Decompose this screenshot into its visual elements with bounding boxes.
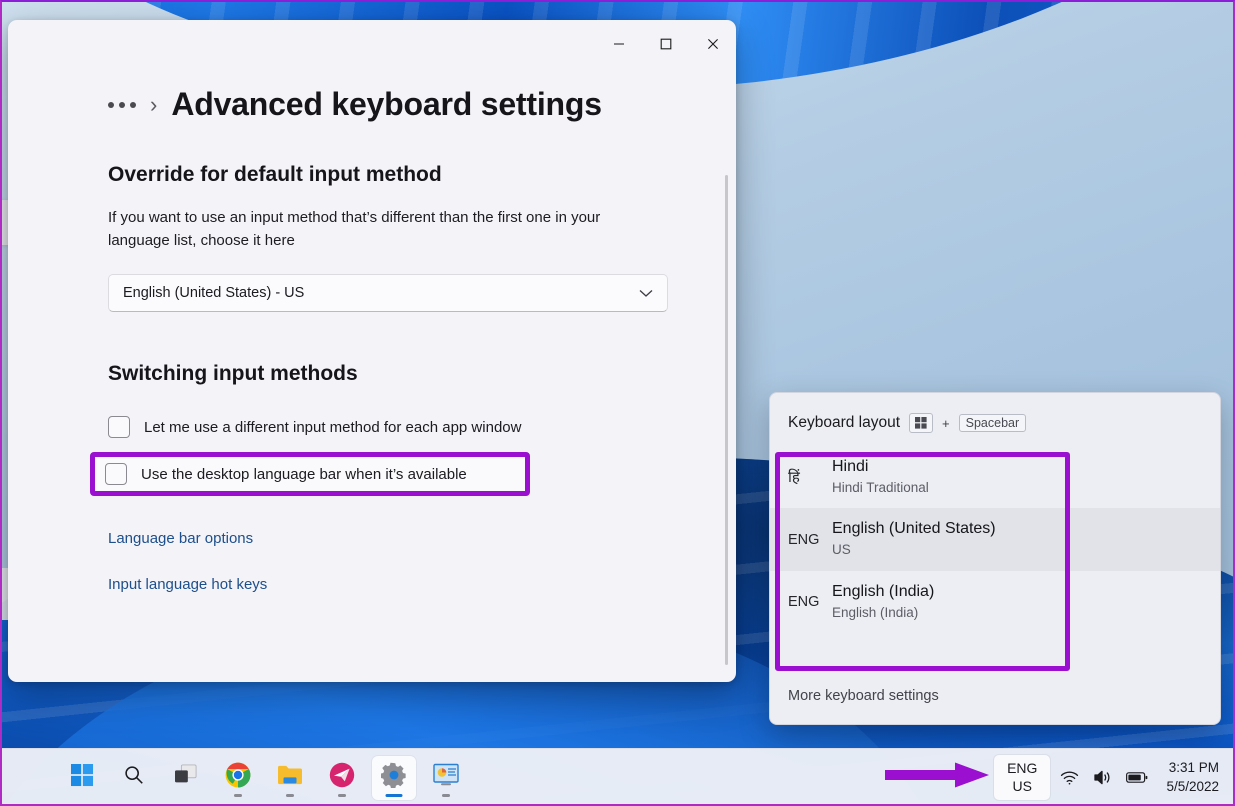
running-indicator xyxy=(442,793,450,797)
mail-app[interactable] xyxy=(320,756,364,800)
flyout-title: Keyboard layout xyxy=(788,414,901,431)
link-input-language-hot-keys[interactable]: Input language hot keys xyxy=(108,576,267,593)
language-name: Hindi xyxy=(832,458,869,475)
annotation-arrow xyxy=(885,762,989,788)
language-text-block: English (United States) US xyxy=(832,519,996,559)
presentation-icon xyxy=(433,763,459,792)
clock-date: 5/5/2022 xyxy=(1166,778,1219,794)
file-explorer-app[interactable] xyxy=(268,756,312,800)
close-button[interactable] xyxy=(689,20,736,68)
gear-icon xyxy=(380,762,407,793)
clock-time: 3:31 PM xyxy=(1168,760,1219,776)
tray-language-indicator[interactable]: ENG US xyxy=(994,755,1051,800)
language-name: English (India) xyxy=(832,582,935,600)
chrome-app[interactable] xyxy=(216,756,260,800)
battery-icon[interactable] xyxy=(1122,758,1152,798)
language-row-english-india[interactable]: ENG English (India) English (India) xyxy=(770,571,1220,633)
section-heading-override: Override for default input method xyxy=(108,163,442,186)
settings-content: Override for default input method If you… xyxy=(8,163,736,594)
language-text-block: English (India) English (India) xyxy=(832,582,934,622)
minimize-button[interactable] xyxy=(595,20,642,68)
breadcrumb-overflow-button[interactable] xyxy=(108,101,136,108)
highlight-box-language-bar: Use the desktop language bar when it’s a… xyxy=(90,452,530,496)
window-scrollbar[interactable] xyxy=(725,175,728,665)
checkbox-row-app-window[interactable]: Let me use a different input method for … xyxy=(108,416,736,438)
checkbox-row-language-bar[interactable]: Use the desktop language bar when it’s a… xyxy=(105,463,515,485)
link-language-bar-options[interactable]: Language bar options xyxy=(108,530,253,547)
flyout-header: Keyboard layout + Spacebar xyxy=(770,393,1220,433)
language-row-english-us[interactable]: ENG English (United States) US xyxy=(770,508,1220,571)
language-text-block: Hindi Hindi Traditional xyxy=(832,457,929,497)
tray-language-line1: ENG xyxy=(1007,760,1038,777)
breadcrumb: › Advanced keyboard settings xyxy=(8,68,736,123)
dropdown-selected-value: English (United States) - US xyxy=(123,285,305,301)
default-input-method-dropdown[interactable]: English (United States) - US xyxy=(108,274,668,312)
wifi-icon[interactable] xyxy=(1054,758,1084,798)
tray-language-line2: US xyxy=(1012,777,1032,794)
section-heading-switching: Switching input methods xyxy=(108,362,358,385)
chevron-down-icon xyxy=(639,286,653,301)
settings-window: › Advanced keyboard settings Override fo… xyxy=(8,20,736,682)
presentation-app[interactable] xyxy=(424,756,468,800)
checkbox-language-bar-label: Use the desktop language bar when it’s a… xyxy=(141,465,467,483)
checkbox-app-window-label: Let me use a different input method for … xyxy=(144,418,522,436)
override-description: If you want to use an input method that’… xyxy=(108,209,601,249)
running-indicator xyxy=(286,793,294,797)
language-sublabel: English (India) xyxy=(832,604,919,620)
active-indicator xyxy=(385,793,403,797)
windows-logo-icon xyxy=(70,763,94,792)
language-sublabel: Hindi Traditional xyxy=(832,479,929,495)
page-title: Advanced keyboard settings xyxy=(171,86,602,122)
settings-app[interactable] xyxy=(372,755,416,800)
clock[interactable]: 3:31 PM 5/5/2022 xyxy=(1166,759,1219,795)
system-tray: ENG US 3:31 PM 5/5/2022 xyxy=(994,755,1225,800)
language-abbr: ENG xyxy=(788,593,820,610)
plus-sign: + xyxy=(942,415,950,431)
speaker-icon[interactable] xyxy=(1088,758,1118,798)
language-sublabel: US xyxy=(832,542,851,558)
taskbar: ENG US 3:31 PM 5/5/2022 xyxy=(0,748,1235,806)
running-indicator xyxy=(234,793,242,797)
language-name: English (United States) xyxy=(832,520,996,538)
language-list: हिं Hindi Hindi Traditional ENG English … xyxy=(770,446,1220,633)
chrome-icon xyxy=(225,762,251,793)
language-row-hindi[interactable]: हिं Hindi Hindi Traditional xyxy=(770,446,1220,508)
checkbox-app-window[interactable] xyxy=(108,416,130,438)
keyboard-layout-flyout: Keyboard layout + Spacebar हिं Hindi Hin… xyxy=(769,392,1221,725)
task-view-icon xyxy=(174,764,198,791)
maximize-button[interactable] xyxy=(642,20,689,68)
search-button[interactable] xyxy=(112,756,156,800)
running-indicator xyxy=(338,793,346,797)
window-titlebar xyxy=(8,20,736,68)
start-button[interactable] xyxy=(60,756,104,800)
windows-key-icon xyxy=(909,413,934,433)
search-icon xyxy=(123,764,145,791)
mail-app-icon xyxy=(329,762,355,793)
language-abbr: हिं xyxy=(788,468,800,487)
link-more-keyboard-settings[interactable]: More keyboard settings xyxy=(788,688,939,704)
spacebar-key-label: Spacebar xyxy=(958,414,1027,432)
chevron-right-icon: › xyxy=(150,91,158,117)
folder-icon xyxy=(277,763,303,792)
checkbox-language-bar[interactable] xyxy=(105,463,127,485)
language-abbr: ENG xyxy=(788,531,820,548)
task-view-button[interactable] xyxy=(164,756,208,800)
taskbar-app-list xyxy=(60,755,468,800)
